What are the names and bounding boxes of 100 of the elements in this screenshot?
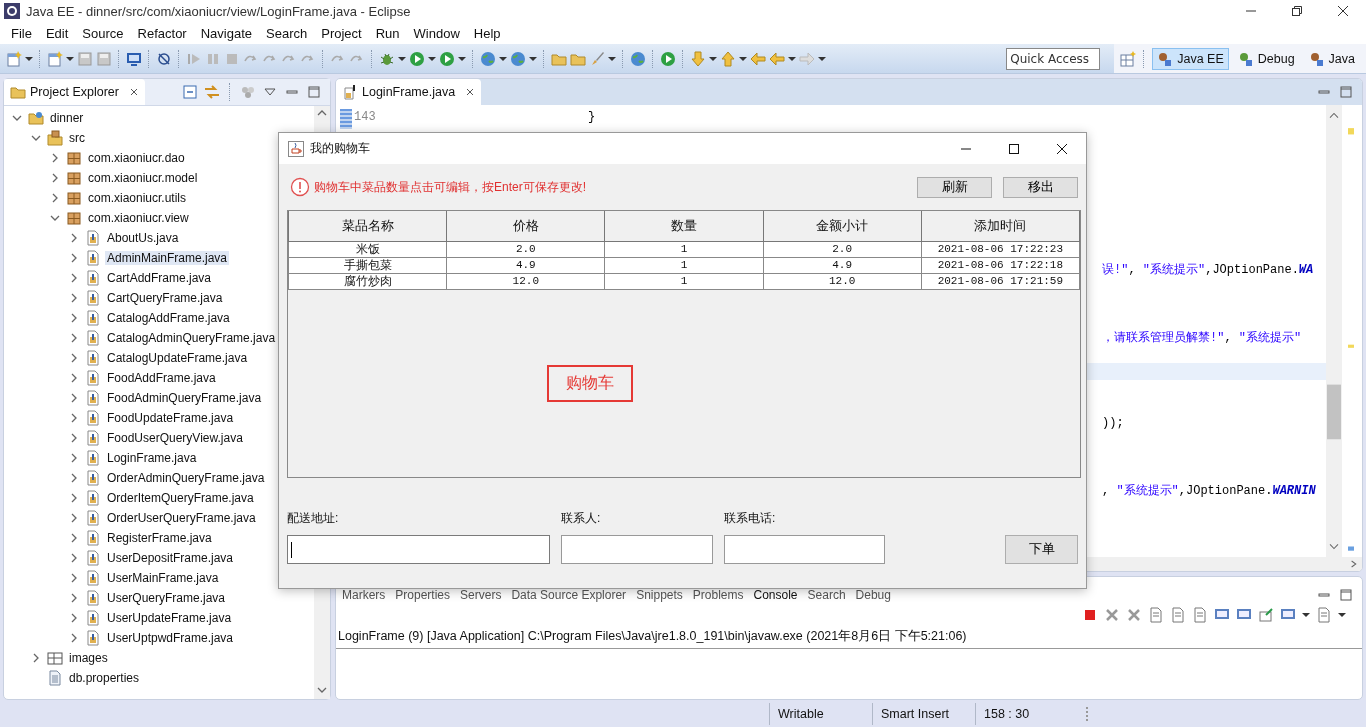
view-tab[interactable]: Servers	[460, 588, 502, 602]
pin-icon[interactable]	[1258, 607, 1274, 623]
expand-chevron-icon[interactable]	[31, 133, 41, 143]
expand-chevron-icon[interactable]	[69, 513, 79, 523]
expand-chevron-icon[interactable]	[50, 173, 60, 183]
submit-button[interactable]: 下单	[1005, 535, 1078, 564]
perspective-button[interactable]: Debug	[1232, 47, 1300, 70]
document-icon[interactable]	[1148, 607, 1164, 623]
expand-chevron-icon[interactable]	[50, 153, 60, 163]
view-tab[interactable]: Debug	[855, 588, 891, 602]
restore-icon[interactable]	[1291, 5, 1303, 17]
menu-item[interactable]: Help	[466, 25, 508, 41]
tree-item[interactable]: UserQueryFrame.java	[105, 591, 228, 605]
expand-chevron-icon[interactable]	[69, 233, 79, 243]
tree-item[interactable]: FoodUpdateFrame.java	[105, 411, 236, 425]
expand-chevron-icon[interactable]	[69, 533, 79, 543]
expand-chevron-icon[interactable]	[69, 273, 79, 283]
close-icon[interactable]	[1056, 142, 1068, 155]
tree-item[interactable]: com.xiaoniucr.utils	[86, 191, 189, 205]
expand-chevron-icon[interactable]	[69, 413, 79, 423]
editor-tab[interactable]: LoginFrame.java	[336, 79, 482, 105]
expand-chevron-icon[interactable]	[69, 573, 79, 583]
view-tab[interactable]: Problems	[692, 588, 744, 602]
crossed-circle-icon[interactable]	[156, 50, 172, 67]
input-field[interactable]	[561, 535, 713, 564]
tree-item[interactable]: AboutUs.java	[105, 231, 181, 245]
tree-item[interactable]: src	[67, 131, 87, 145]
document-icon[interactable]	[1316, 607, 1332, 623]
column-header[interactable]: 金额小计	[763, 211, 922, 242]
collapse-all-icon[interactable]	[182, 84, 198, 100]
menu-item[interactable]: Project	[314, 25, 369, 41]
expand-chevron-icon[interactable]	[69, 353, 79, 363]
expand-chevron-icon[interactable]	[69, 633, 79, 643]
view-tab[interactable]: Properties	[395, 588, 451, 602]
perspective-button[interactable]: Java	[1303, 47, 1360, 70]
remove-icon[interactable]	[1126, 607, 1142, 623]
expand-chevron-icon[interactable]	[69, 553, 79, 563]
dialog-button[interactable]: 移出	[1003, 176, 1078, 198]
expand-chevron-icon[interactable]	[50, 213, 60, 223]
menu-item[interactable]: Search	[259, 25, 315, 41]
terminate-icon[interactable]	[1082, 607, 1098, 623]
tree-item[interactable]: FoodUserQueryView.java	[105, 431, 245, 445]
close-icon[interactable]	[128, 87, 139, 97]
globe-icon[interactable]	[630, 50, 646, 67]
tree-item[interactable]: CartAddFrame.java	[105, 271, 214, 285]
menu-item[interactable]: Source	[75, 25, 131, 41]
expand-chevron-icon[interactable]	[69, 593, 79, 603]
tree-item[interactable]: RegisterFrame.java	[105, 531, 214, 545]
column-header[interactable]: 添加时间	[921, 211, 1080, 242]
tree-item[interactable]: CatalogAdminQueryFrame.java	[105, 331, 278, 345]
menu-item[interactable]: File	[4, 25, 39, 41]
tree-item[interactable]: UserMainFrame.java	[105, 571, 221, 585]
tree-item[interactable]: UserDepositFrame.java	[105, 551, 236, 565]
tree-item[interactable]: FoodAdminQueryFrame.java	[105, 391, 264, 405]
tree-item[interactable]: db.properties	[67, 671, 142, 685]
input-field[interactable]	[724, 535, 885, 564]
close-icon[interactable]	[465, 87, 476, 97]
tree-item[interactable]: FoodAddFrame.java	[105, 371, 218, 385]
tree-item[interactable]: images	[67, 651, 110, 665]
perspective-button[interactable]: Java EE	[1152, 47, 1229, 70]
document-icon[interactable]	[1170, 607, 1186, 623]
tree-item[interactable]: OrderItemQueryFrame.java	[105, 491, 256, 505]
tree-item[interactable]: com.xiaoniucr.model	[86, 171, 200, 185]
column-header[interactable]: 数量	[604, 211, 764, 242]
expand-chevron-icon[interactable]	[31, 653, 41, 663]
tree-item[interactable]: CatalogAddFrame.java	[105, 311, 232, 325]
tree-item[interactable]: com.xiaoniucr.view	[86, 211, 191, 225]
expand-chevron-icon[interactable]	[69, 253, 79, 263]
open-perspective-icon[interactable]	[1120, 50, 1137, 67]
expand-chevron-icon[interactable]	[69, 333, 79, 343]
expand-chevron-icon[interactable]	[69, 393, 79, 403]
remove-icon[interactable]	[1104, 607, 1120, 623]
expand-chevron-icon[interactable]	[69, 473, 79, 483]
expand-chevron-icon[interactable]	[69, 373, 79, 383]
expand-chevron-icon[interactable]	[50, 193, 60, 203]
column-header[interactable]: 菜品名称	[288, 211, 447, 242]
maximize-icon[interactable]	[1008, 142, 1020, 155]
dialog-button[interactable]: 刷新	[917, 176, 992, 198]
link-arrows-icon[interactable]	[204, 84, 220, 100]
tree-item[interactable]: CatalogUpdateFrame.java	[105, 351, 250, 365]
menu-item[interactable]: Refactor	[130, 25, 194, 41]
expand-chevron-icon[interactable]	[12, 113, 22, 123]
column-header[interactable]: 价格	[446, 211, 605, 242]
menu-item[interactable]: Window	[406, 25, 467, 41]
tree-item[interactable]: CartQueryFrame.java	[105, 291, 225, 305]
run-icon[interactable]	[660, 50, 676, 67]
tree-item[interactable]: dinner	[48, 111, 86, 125]
view-tab[interactable]: Console	[753, 588, 798, 602]
expand-chevron-icon[interactable]	[69, 293, 79, 303]
tree-item[interactable]: OrderUserQueryFrame.java	[105, 511, 258, 525]
menu-item[interactable]: Run	[368, 25, 407, 41]
document-icon[interactable]	[1192, 607, 1208, 623]
input-field[interactable]	[287, 535, 550, 564]
view-tab[interactable]: Snippets	[636, 588, 683, 602]
monitor-icon[interactable]	[126, 50, 142, 67]
tree-item[interactable]: UserUpdateFrame.java	[105, 611, 234, 625]
expand-chevron-icon[interactable]	[69, 313, 79, 323]
expand-chevron-icon[interactable]	[69, 433, 79, 443]
close-icon[interactable]	[1337, 5, 1349, 17]
expand-chevron-icon[interactable]	[69, 493, 79, 503]
